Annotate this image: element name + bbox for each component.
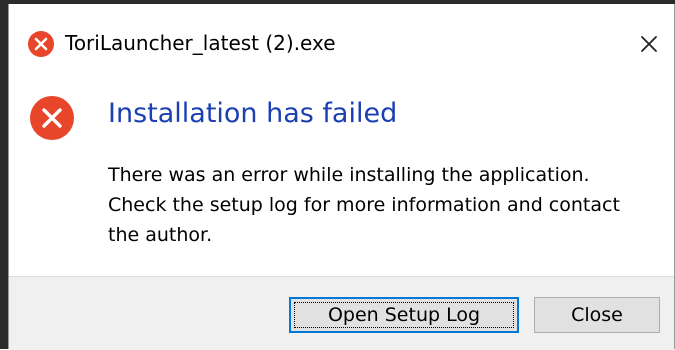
dialog-message: There was an error while installing the …	[108, 160, 668, 250]
open-setup-log-button[interactable]: Open Setup Log	[289, 297, 519, 333]
close-button[interactable]: Close	[534, 297, 660, 333]
message-line: Check the setup log for more information…	[108, 194, 620, 216]
screen: ToriLauncher_latest (2).exe Installation…	[0, 0, 675, 350]
close-icon	[641, 36, 657, 52]
background-edge	[0, 0, 8, 349]
button-bar: Open Setup Log Close	[9, 276, 674, 350]
close-label: Close	[571, 304, 623, 326]
dialog-body: Installation has failed There was an err…	[9, 72, 674, 272]
error-icon	[27, 30, 55, 58]
window-close-button[interactable]	[631, 26, 667, 62]
title-bar[interactable]: ToriLauncher_latest (2).exe	[9, 4, 674, 72]
message-line: There was an error while installing the …	[108, 164, 590, 186]
window-title: ToriLauncher_latest (2).exe	[65, 31, 336, 55]
open-setup-log-label: Open Setup Log	[327, 304, 481, 326]
dialog-heading: Installation has failed	[108, 98, 398, 129]
message-line: the author.	[108, 224, 213, 246]
error-dialog: ToriLauncher_latest (2).exe Installation…	[8, 4, 675, 350]
error-icon	[29, 95, 75, 141]
